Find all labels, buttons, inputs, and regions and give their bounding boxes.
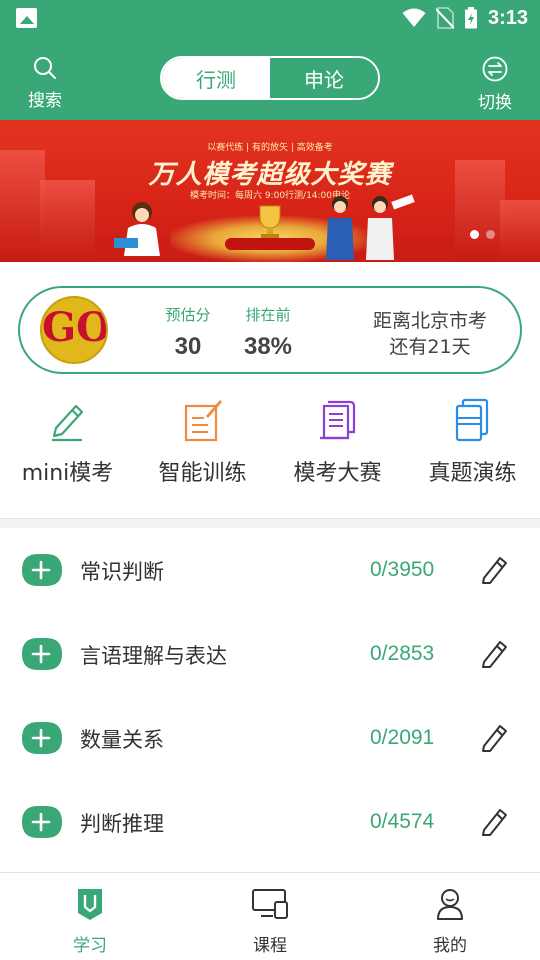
- nav-label: 我的: [433, 936, 467, 956]
- student-figure-icon: [114, 202, 160, 256]
- notepad-pen-icon: [184, 400, 222, 442]
- banner-ribbon: [225, 238, 315, 250]
- swap-icon: [482, 56, 508, 82]
- estimated-score: 预估分 30: [152, 304, 224, 361]
- trophy-icon: [259, 205, 281, 240]
- rank-label: 排在前: [245, 306, 291, 324]
- study-icon: [78, 889, 102, 920]
- expand-plus-icon[interactable]: [22, 806, 62, 838]
- search-icon: [34, 57, 56, 79]
- nav-label: 学习: [73, 936, 107, 956]
- top-header: 搜索 行测 申论 切换: [0, 36, 540, 120]
- category-name: 数量关系: [80, 728, 164, 752]
- category-progress: 0/3950: [370, 558, 435, 581]
- books-icon: [455, 398, 488, 442]
- nav-item-profile[interactable]: 我的: [360, 885, 540, 956]
- battery-icon: [464, 7, 477, 29]
- app-screen: 3:13 搜索 行测 申论 切换 以赛代练 | 有的放矢 | 高效备考 万人模考…: [0, 0, 540, 960]
- estimated-score-value: 30: [174, 333, 202, 360]
- search-label: 搜索: [28, 91, 62, 111]
- carousel-dot-active[interactable]: [470, 230, 479, 239]
- rank-percent: 排在前 38%: [232, 304, 304, 361]
- status-bar: 3:13: [0, 0, 540, 36]
- nav-item-study[interactable]: 学习: [0, 885, 180, 956]
- subject-switch: 行测 申论: [160, 56, 380, 100]
- switch-button[interactable]: 切换: [465, 56, 525, 113]
- category-progress: 0/2091: [370, 726, 435, 749]
- category-row-common-sense[interactable]: 常识判断 0/3950: [0, 528, 540, 612]
- banner-subtitle: 模考时间：每周六 9:00行测/14:00申论: [189, 191, 351, 201]
- image-icon: [16, 8, 37, 28]
- promo-banner[interactable]: 以赛代练 | 有的放矢 | 高效备考 万人模考超级大奖赛 模考时间：每周六 9:…: [0, 120, 540, 262]
- quick-entry-label: 智能训练: [158, 461, 247, 486]
- section-divider: [0, 518, 540, 528]
- exam-countdown-line2: 还有21天: [389, 336, 471, 358]
- exam-countdown-line1: 距离北京市考: [372, 310, 487, 332]
- quick-entry-label: mini模考: [21, 461, 114, 486]
- scroll-icon: [319, 400, 355, 440]
- switch-label: 切换: [478, 93, 512, 113]
- search-button[interactable]: 搜索: [15, 56, 75, 111]
- category-name: 常识判断: [80, 560, 164, 584]
- category-row-verbal[interactable]: 言语理解与表达 0/2853: [0, 612, 540, 696]
- nav-item-course[interactable]: 课程: [180, 885, 360, 956]
- quick-entries: mini模考 智能训练 模考大赛 真题演练: [0, 395, 540, 495]
- quick-entry-smart-training[interactable]: 智能训练: [135, 395, 270, 487]
- category-name: 言语理解与表达: [80, 644, 227, 668]
- tab-xingce[interactable]: 行测: [162, 58, 270, 98]
- expand-plus-icon[interactable]: [22, 638, 62, 670]
- banner-slogan: 以赛代练 | 有的放矢 | 高效备考: [207, 143, 333, 153]
- bottom-nav: 学习 课程 我的: [0, 872, 540, 960]
- estimated-score-label: 预估分: [165, 306, 211, 324]
- wifi-icon: [402, 8, 426, 27]
- category-row-quantitative[interactable]: 数量关系 0/2091: [0, 696, 540, 780]
- category-progress: 0/4574: [370, 810, 435, 833]
- course-icon: [252, 889, 288, 919]
- edit-pencil-icon[interactable]: [480, 638, 508, 668]
- category-row-reasoning[interactable]: 判断推理 0/4574: [0, 780, 540, 864]
- banner-title: 万人模考超级大奖赛: [148, 160, 392, 190]
- quick-entry-mini-exam[interactable]: mini模考: [0, 395, 135, 487]
- avatar[interactable]: GO: [40, 296, 108, 364]
- avatar-text: GO: [42, 304, 108, 351]
- score-card[interactable]: GO 预估分 30 排在前 38% 距离北京市考 还有21天: [18, 286, 522, 374]
- category-progress: 0/2853: [370, 642, 435, 665]
- pencil-icon: [51, 404, 83, 442]
- profile-icon: [437, 889, 463, 920]
- tab-shenlun[interactable]: 申论: [270, 58, 378, 98]
- edit-pencil-icon[interactable]: [480, 722, 508, 752]
- carousel-dot[interactable]: [486, 230, 495, 239]
- status-time: 3:13: [487, 6, 528, 29]
- cheering-figures-icon: [326, 194, 415, 260]
- edit-pencil-icon[interactable]: [480, 806, 508, 836]
- expand-plus-icon[interactable]: [22, 554, 62, 586]
- exam-countdown: 距离北京市考 还有21天: [370, 308, 490, 360]
- quick-entry-label: 模考大赛: [293, 461, 382, 486]
- rank-value: 38%: [243, 333, 293, 360]
- expand-plus-icon[interactable]: [22, 722, 62, 754]
- quick-entry-label: 真题演练: [428, 461, 517, 486]
- quick-entry-real-exams[interactable]: 真题演练: [405, 395, 540, 487]
- edit-pencil-icon[interactable]: [480, 554, 508, 584]
- category-name: 判断推理: [80, 812, 164, 836]
- nav-label: 课程: [253, 936, 287, 956]
- banner-decor-building: [500, 200, 540, 262]
- quick-entry-mock-contest[interactable]: 模考大赛: [270, 395, 405, 487]
- no-sim-icon: [435, 7, 454, 29]
- status-icons: 3:13: [402, 4, 528, 32]
